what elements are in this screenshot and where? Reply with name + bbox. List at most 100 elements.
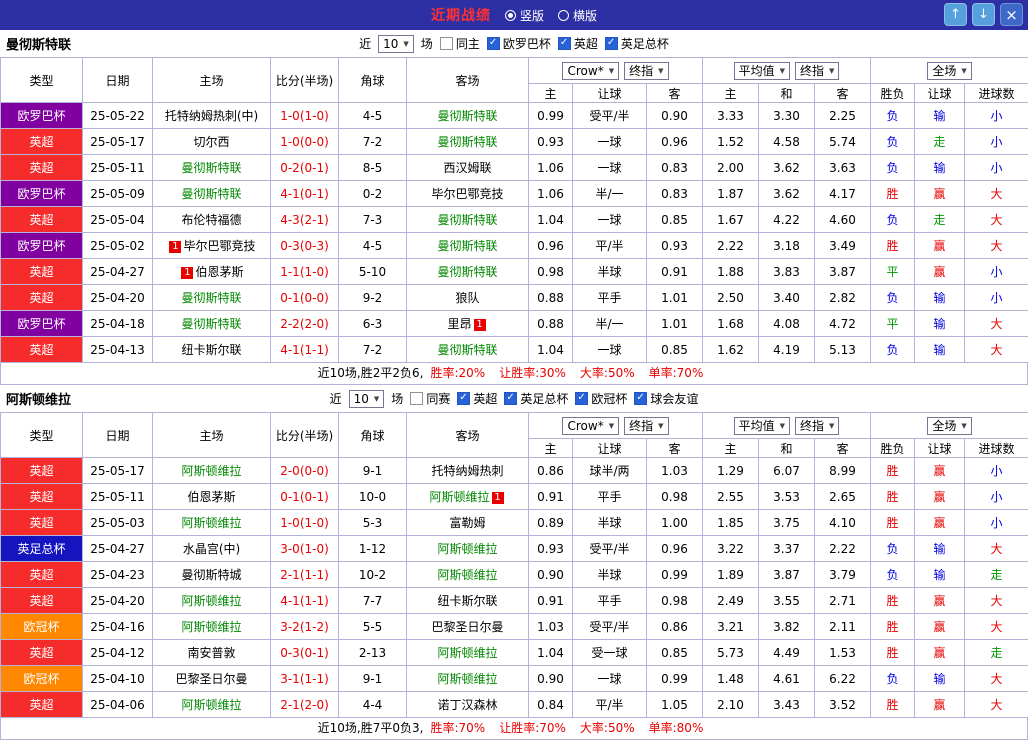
match-type-badge: 英超	[1, 259, 83, 285]
avg-away-odds: 4.17	[815, 181, 871, 207]
home-team[interactable]: 曼彻斯特联	[153, 311, 271, 337]
odds-away: 0.85	[647, 207, 703, 233]
home-team[interactable]: 1毕尔巴鄂竞技	[153, 233, 271, 259]
odds-home: 0.86	[529, 458, 573, 484]
final-odds-select[interactable]: 终指▼	[624, 62, 668, 80]
match-date: 25-05-03	[83, 510, 153, 536]
home-team[interactable]: 阿斯顿维拉	[153, 692, 271, 718]
filter-checkbox-英足总杯[interactable]: 英足总杯	[605, 35, 669, 52]
match-row: 英超25-04-23曼彻斯特城2-1(1-1)10-2阿斯顿维拉0.90半球0.…	[1, 562, 1028, 588]
match-row: 英超25-04-06阿斯顿维拉2-1(2-0)4-4诺丁汉森林0.84平/半1.…	[1, 692, 1028, 718]
avg-home-odds: 1.67	[703, 207, 759, 233]
away-team[interactable]: 阿斯顿维拉	[407, 666, 529, 692]
away-team[interactable]: 西汉姆联	[407, 155, 529, 181]
away-team[interactable]: 狼队	[407, 285, 529, 311]
match-score: 3-0(1-0)	[271, 536, 339, 562]
layout-radio-vertical[interactable]: 竖版	[505, 7, 544, 24]
match-date: 25-04-18	[83, 311, 153, 337]
games-count-select[interactable]: 10▼	[378, 35, 414, 53]
col-date-header: 日期	[83, 58, 153, 103]
close-button[interactable]: ×	[1000, 3, 1023, 26]
away-team[interactable]: 富勒姆	[407, 510, 529, 536]
scope-select[interactable]: 全场▼	[927, 62, 971, 80]
result-goals: 大	[965, 536, 1028, 562]
home-team[interactable]: 阿斯顿维拉	[153, 510, 271, 536]
match-date: 25-04-23	[83, 562, 153, 588]
avg-away-odds: 4.10	[815, 510, 871, 536]
final-odds-select-2[interactable]: 终指▼	[795, 417, 839, 435]
col-away-header: 客场	[407, 413, 529, 458]
scroll-up-button[interactable]: ↑	[944, 3, 967, 26]
home-team[interactable]: 曼彻斯特联	[153, 155, 271, 181]
layout-radio-horizontal[interactable]: 横版	[558, 7, 597, 24]
home-team[interactable]: 布伦特福德	[153, 207, 271, 233]
home-team[interactable]: 阿斯顿维拉	[153, 614, 271, 640]
home-team[interactable]: 巴黎圣日尔曼	[153, 666, 271, 692]
odds-away: 0.96	[647, 536, 703, 562]
final-odds-value-2: 终指	[800, 417, 824, 434]
home-team[interactable]: 1伯恩茅斯	[153, 259, 271, 285]
home-team[interactable]: 阿斯顿维拉	[153, 588, 271, 614]
home-team[interactable]: 切尔西	[153, 129, 271, 155]
match-type-badge: 英超	[1, 588, 83, 614]
away-team[interactable]: 曼彻斯特联	[407, 129, 529, 155]
filter-checkbox-同赛[interactable]: 同赛	[410, 390, 450, 407]
corner-score: 7-7	[339, 588, 407, 614]
games-count-select[interactable]: 10▼	[349, 390, 385, 408]
result-goals: 大	[965, 588, 1028, 614]
home-team[interactable]: 曼彻斯特联	[153, 181, 271, 207]
away-team[interactable]: 阿斯顿维拉	[407, 640, 529, 666]
col-home-header: 主场	[153, 413, 271, 458]
avg-draw-odds: 3.62	[759, 181, 815, 207]
filter-checkbox-英超[interactable]: 英超	[558, 35, 598, 52]
home-team[interactable]: 水晶宫(中)	[153, 536, 271, 562]
result-goals: 走	[965, 640, 1028, 666]
filter-checkbox-欧罗巴杯[interactable]: 欧罗巴杯	[487, 35, 551, 52]
match-type-badge: 英足总杯	[1, 536, 83, 562]
home-team[interactable]: 伯恩茅斯	[153, 484, 271, 510]
away-team[interactable]: 曼彻斯特联	[407, 207, 529, 233]
match-score: 4-3(2-1)	[271, 207, 339, 233]
average-select[interactable]: 平均值▼	[734, 417, 790, 435]
away-team[interactable]: 曼彻斯特联	[407, 337, 529, 363]
final-odds-select-2[interactable]: 终指▼	[795, 62, 839, 80]
home-team[interactable]: 曼彻斯特联	[153, 285, 271, 311]
match-date: 25-04-20	[83, 588, 153, 614]
result-handicap: 赢	[915, 640, 965, 666]
away-team[interactable]: 曼彻斯特联	[407, 233, 529, 259]
away-team[interactable]: 曼彻斯特联	[407, 259, 529, 285]
away-team[interactable]: 阿斯顿维拉	[407, 562, 529, 588]
away-team[interactable]: 曼彻斯特联	[407, 103, 529, 129]
filter-checkbox-同主[interactable]: 同主	[440, 35, 480, 52]
home-team[interactable]: 托特纳姆热刺(中)	[153, 103, 271, 129]
team-name: 阿斯顿维拉	[0, 389, 71, 408]
chevron-down-icon: ▼	[609, 67, 614, 75]
team-label: 曼彻斯特联	[437, 213, 497, 227]
away-team[interactable]: 阿斯顿维拉1	[407, 484, 529, 510]
away-team[interactable]: 诺丁汉森林	[407, 692, 529, 718]
home-team[interactable]: 纽卡斯尔联	[153, 337, 271, 363]
red-card-badge: 1	[492, 492, 504, 504]
filter-checkbox-欧冠杯[interactable]: 欧冠杯	[575, 390, 627, 407]
filter-checkbox-英超[interactable]: 英超	[457, 390, 497, 407]
away-team[interactable]: 巴黎圣日尔曼	[407, 614, 529, 640]
home-team[interactable]: 曼彻斯特城	[153, 562, 271, 588]
filter-checkbox-球会友谊[interactable]: 球会友谊	[634, 390, 698, 407]
average-select[interactable]: 平均值▼	[734, 62, 790, 80]
handicap-line: 半球	[573, 562, 647, 588]
filter-checkbox-英足总杯[interactable]: 英足总杯	[504, 390, 568, 407]
away-team[interactable]: 纽卡斯尔联	[407, 588, 529, 614]
final-odds-select[interactable]: 终指▼	[624, 417, 668, 435]
away-team[interactable]: 里昂1	[407, 311, 529, 337]
away-team[interactable]: 毕尔巴鄂竞技	[407, 181, 529, 207]
match-type-badge: 英超	[1, 129, 83, 155]
home-team[interactable]: 阿斯顿维拉	[153, 458, 271, 484]
odds-company-select[interactable]: Crow*▼	[562, 417, 619, 435]
scroll-down-button[interactable]: ↓	[972, 3, 995, 26]
away-team[interactable]: 阿斯顿维拉	[407, 536, 529, 562]
home-team[interactable]: 南安普敦	[153, 640, 271, 666]
scope-select[interactable]: 全场▼	[927, 417, 971, 435]
away-team[interactable]: 托特纳姆热刺	[407, 458, 529, 484]
odds-company-select[interactable]: Crow*▼	[562, 62, 619, 80]
odds-away: 0.98	[647, 588, 703, 614]
